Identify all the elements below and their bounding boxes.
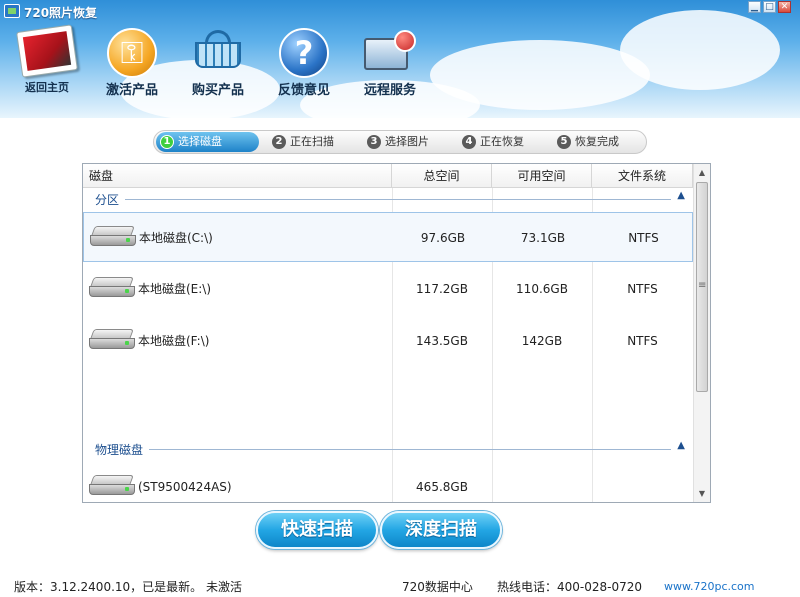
disk-total: 143.5GB — [416, 334, 468, 348]
disk-free: 142GB — [521, 334, 563, 348]
disk-filesystem: NTFS — [628, 231, 659, 245]
physical-group-header[interactable]: 物理磁盘 ▲ — [83, 438, 693, 460]
step-recovering: 4 正在恢复 — [458, 132, 524, 152]
disk-total: 117.2GB — [416, 282, 468, 296]
quick-scan-button[interactable]: 快速扫描 — [256, 511, 378, 549]
window-title: 720照片恢复 — [24, 6, 98, 20]
remote-service-button[interactable]: 远程服务 — [355, 28, 425, 98]
scroll-up-arrow[interactable]: ▲ — [694, 164, 710, 181]
version-text: 版本：3.12.2400.10，已是最新。 — [14, 580, 203, 594]
disk-list-panel: 磁盘 总空间 可用空间 文件系统 分区 ▲ 本地磁盘(C:\) 97.6GB 7… — [82, 163, 711, 503]
step-number: 1 — [160, 135, 174, 149]
disk-free: 110.6GB — [516, 282, 568, 296]
key-icon — [107, 28, 157, 78]
disk-name: 本地磁盘(E:\) — [138, 282, 212, 296]
step-label: 选择磁盘 — [178, 135, 222, 148]
partition-group-label: 分区 — [95, 191, 126, 208]
physical-disk-row[interactable]: (ST9500424AS) 465.8GB — [83, 462, 693, 502]
group-divider-line — [123, 199, 671, 200]
activation-status: 未激活 — [206, 580, 243, 594]
hard-drive-icon — [89, 277, 135, 297]
column-header-filesystem[interactable]: 文件系统 — [592, 164, 693, 188]
step-label: 恢复完成 — [575, 135, 619, 148]
disk-row-c[interactable]: 本地磁盘(C:\) 97.6GB 73.1GB NTFS — [83, 212, 693, 262]
feedback-button[interactable]: 反馈意见 — [269, 28, 339, 98]
physical-group-label: 物理磁盘 — [95, 441, 150, 458]
disk-free: 73.1GB — [520, 231, 566, 245]
remote-label: 远程服务 — [363, 83, 416, 98]
step-scanning: 2 正在扫描 — [268, 132, 334, 152]
home-label: 返回主页 — [25, 81, 69, 94]
maximize-button[interactable]: □ — [763, 1, 776, 13]
step-number: 4 — [462, 135, 476, 149]
feedback-label: 反馈意见 — [277, 83, 330, 98]
hotline-text: 热线电话：400-028-0720 — [497, 580, 643, 594]
basket-body — [195, 42, 241, 68]
hard-drive-icon — [90, 226, 136, 246]
photo-card-icon — [16, 24, 78, 78]
location-pin-shape — [394, 30, 416, 52]
scroll-thumb[interactable]: ≡ — [696, 182, 708, 392]
step-number: 2 — [272, 135, 286, 149]
disk-name: 本地磁盘(F:\) — [138, 334, 210, 348]
column-header-total[interactable]: 总空间 — [392, 164, 492, 188]
hard-drive-icon — [89, 475, 135, 495]
progress-steps: 1 选择磁盘 2 正在扫描 3 选择图片 4 正在恢复 5 恢复完成 — [153, 130, 647, 154]
data-center-link[interactable]: 720数据中心 — [402, 578, 473, 595]
step-label: 正在扫描 — [290, 135, 334, 148]
step-select-disk: 1 选择磁盘 — [156, 132, 259, 152]
column-header-disk[interactable]: 磁盘 — [83, 164, 392, 188]
disk-filesystem: NTFS — [627, 282, 658, 296]
shopping-basket-icon — [191, 28, 245, 74]
step-number: 3 — [367, 135, 381, 149]
step-select-images: 3 选择图片 — [363, 132, 429, 152]
status-footer: 版本：3.12.2400.10，已是最新。 未激活 720数据中心 热线电话：4… — [0, 572, 800, 597]
disk-filesystem: NTFS — [627, 334, 658, 348]
step-label: 正在恢复 — [480, 135, 524, 148]
partition-group-header[interactable]: 分区 ▲ — [83, 188, 693, 210]
collapse-icon[interactable]: ▲ — [677, 190, 685, 201]
group-divider-line — [147, 449, 671, 450]
column-header-free[interactable]: 可用空间 — [492, 164, 592, 188]
question-icon — [279, 28, 329, 78]
disk-name: 本地磁盘(C:\) — [139, 231, 213, 245]
step-label: 选择图片 — [385, 135, 429, 148]
vertical-scrollbar[interactable]: ▲ ≡ ▼ — [693, 164, 710, 502]
buy-label: 购买产品 — [191, 83, 244, 98]
deep-scan-button[interactable]: 深度扫描 — [380, 511, 502, 549]
home-button[interactable]: 返回主页 — [12, 24, 82, 98]
buy-product-button[interactable]: 购买产品 — [183, 28, 253, 98]
disk-total: 465.8GB — [416, 480, 468, 494]
activate-product-button[interactable]: 激活产品 — [97, 28, 167, 98]
minimize-button[interactable]: ▁ — [748, 1, 761, 13]
activate-label: 激活产品 — [105, 83, 158, 98]
website-link[interactable]: www.720pc.com — [664, 580, 755, 593]
disk-name: (ST9500424AS) — [138, 480, 232, 494]
hard-drive-icon — [89, 329, 135, 349]
step-number: 5 — [557, 135, 571, 149]
close-button[interactable]: ✕ — [778, 1, 791, 13]
title-bar: 720照片恢复 ▁ □ ✕ — [0, 0, 800, 24]
scroll-down-arrow[interactable]: ▼ — [694, 485, 710, 502]
scroll-grip-icon: ≡ — [698, 280, 707, 291]
disk-total: 97.6GB — [420, 231, 466, 245]
collapse-icon[interactable]: ▲ — [677, 440, 685, 451]
app-logo-icon — [4, 4, 20, 18]
remote-support-icon — [362, 28, 418, 76]
disk-row-e[interactable]: 本地磁盘(E:\) 117.2GB 110.6GB NTFS — [83, 264, 693, 314]
header-banner: 720照片恢复 ▁ □ ✕ 返回主页 激活产品 购买产品 反馈意见 远程服务 — [0, 0, 800, 118]
step-complete: 5 恢复完成 — [553, 132, 619, 152]
disk-row-f[interactable]: 本地磁盘(F:\) 143.5GB 142GB NTFS — [83, 316, 693, 366]
